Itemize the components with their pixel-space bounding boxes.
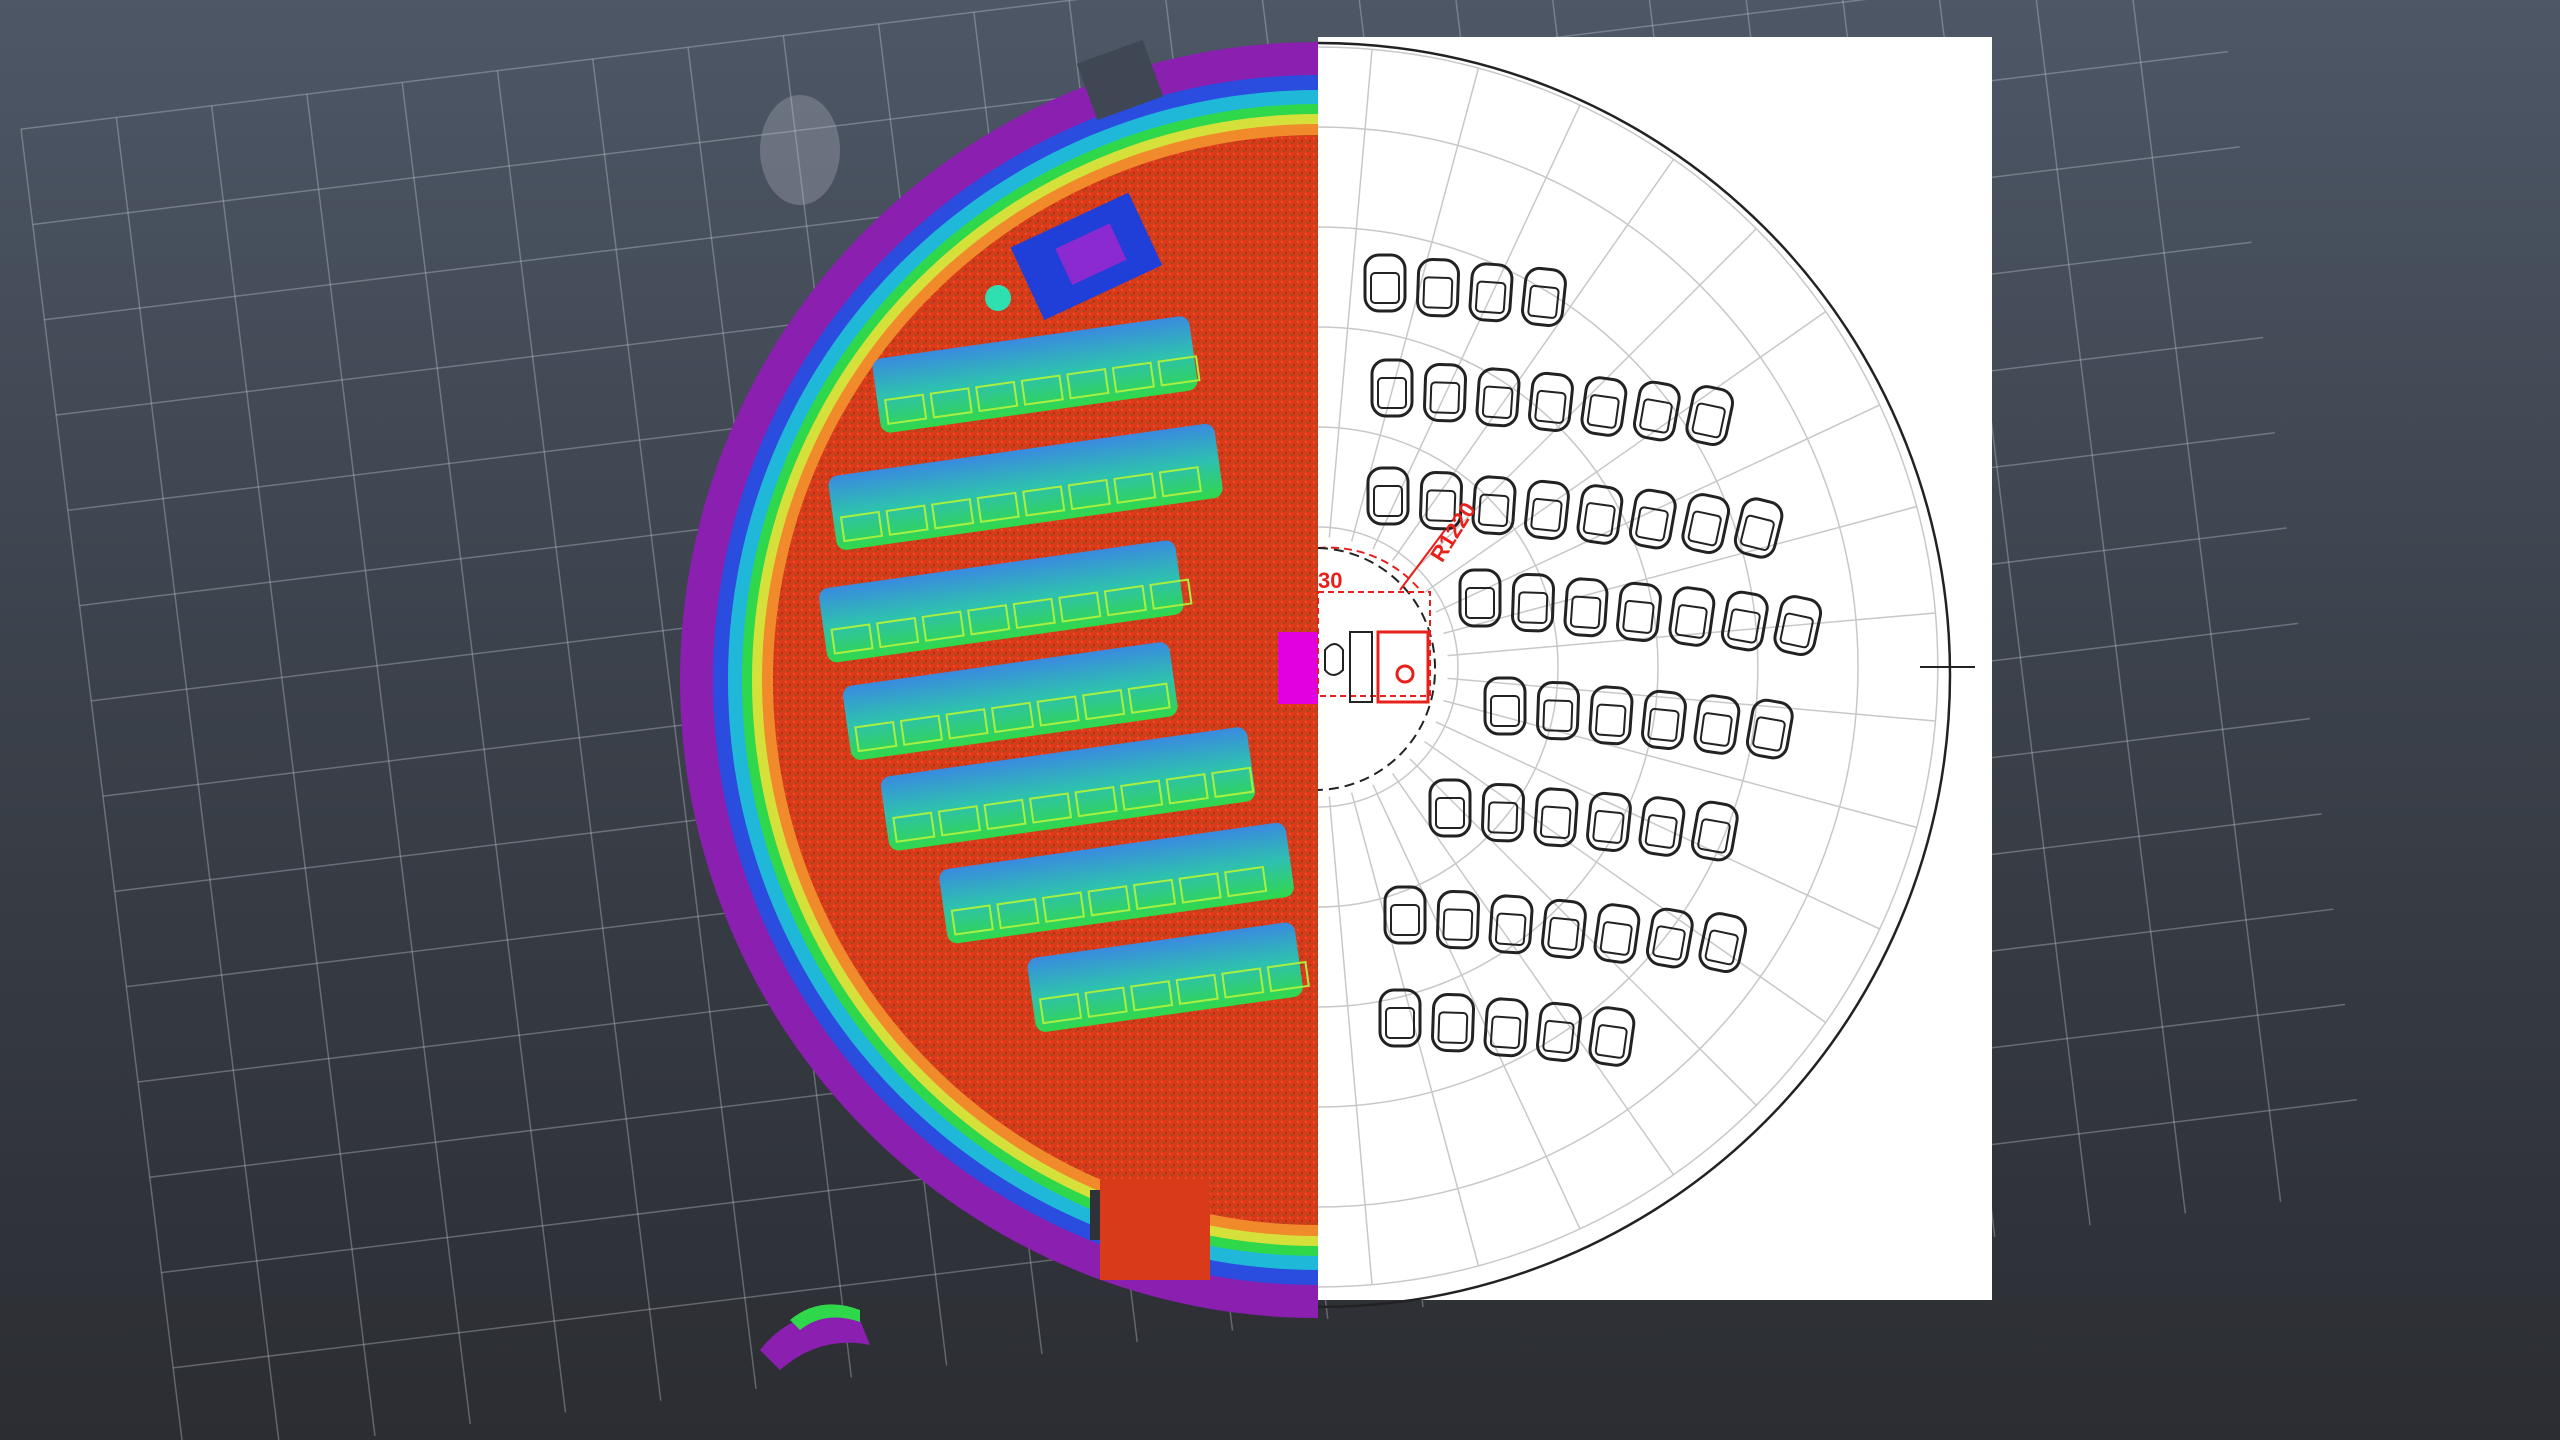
angle-label: 30 bbox=[1318, 568, 1342, 593]
grid-line bbox=[496, 70, 662, 1401]
small-object bbox=[985, 285, 1011, 311]
grid-line bbox=[401, 82, 567, 1413]
scan-fragment bbox=[760, 1304, 870, 1370]
entrance-floor bbox=[1100, 1180, 1210, 1280]
grid-line bbox=[2116, 0, 2282, 1202]
3d-viewer-viewport[interactable]: 30 R1220 bbox=[0, 0, 2560, 1440]
grid-line bbox=[2021, 0, 2187, 1214]
grid-line bbox=[20, 129, 186, 1440]
grid-line bbox=[306, 93, 471, 1425]
stage-marker[interactable] bbox=[1278, 632, 1318, 704]
grid-line bbox=[115, 117, 281, 1440]
cad-sheet bbox=[1318, 37, 1992, 1300]
scene-canvas[interactable]: 30 R1220 bbox=[0, 0, 2560, 1440]
cad-seating-plan[interactable]: 30 R1220 bbox=[1317, 37, 1992, 1309]
grid-line bbox=[210, 105, 376, 1436]
scan-noise-top bbox=[760, 95, 840, 205]
